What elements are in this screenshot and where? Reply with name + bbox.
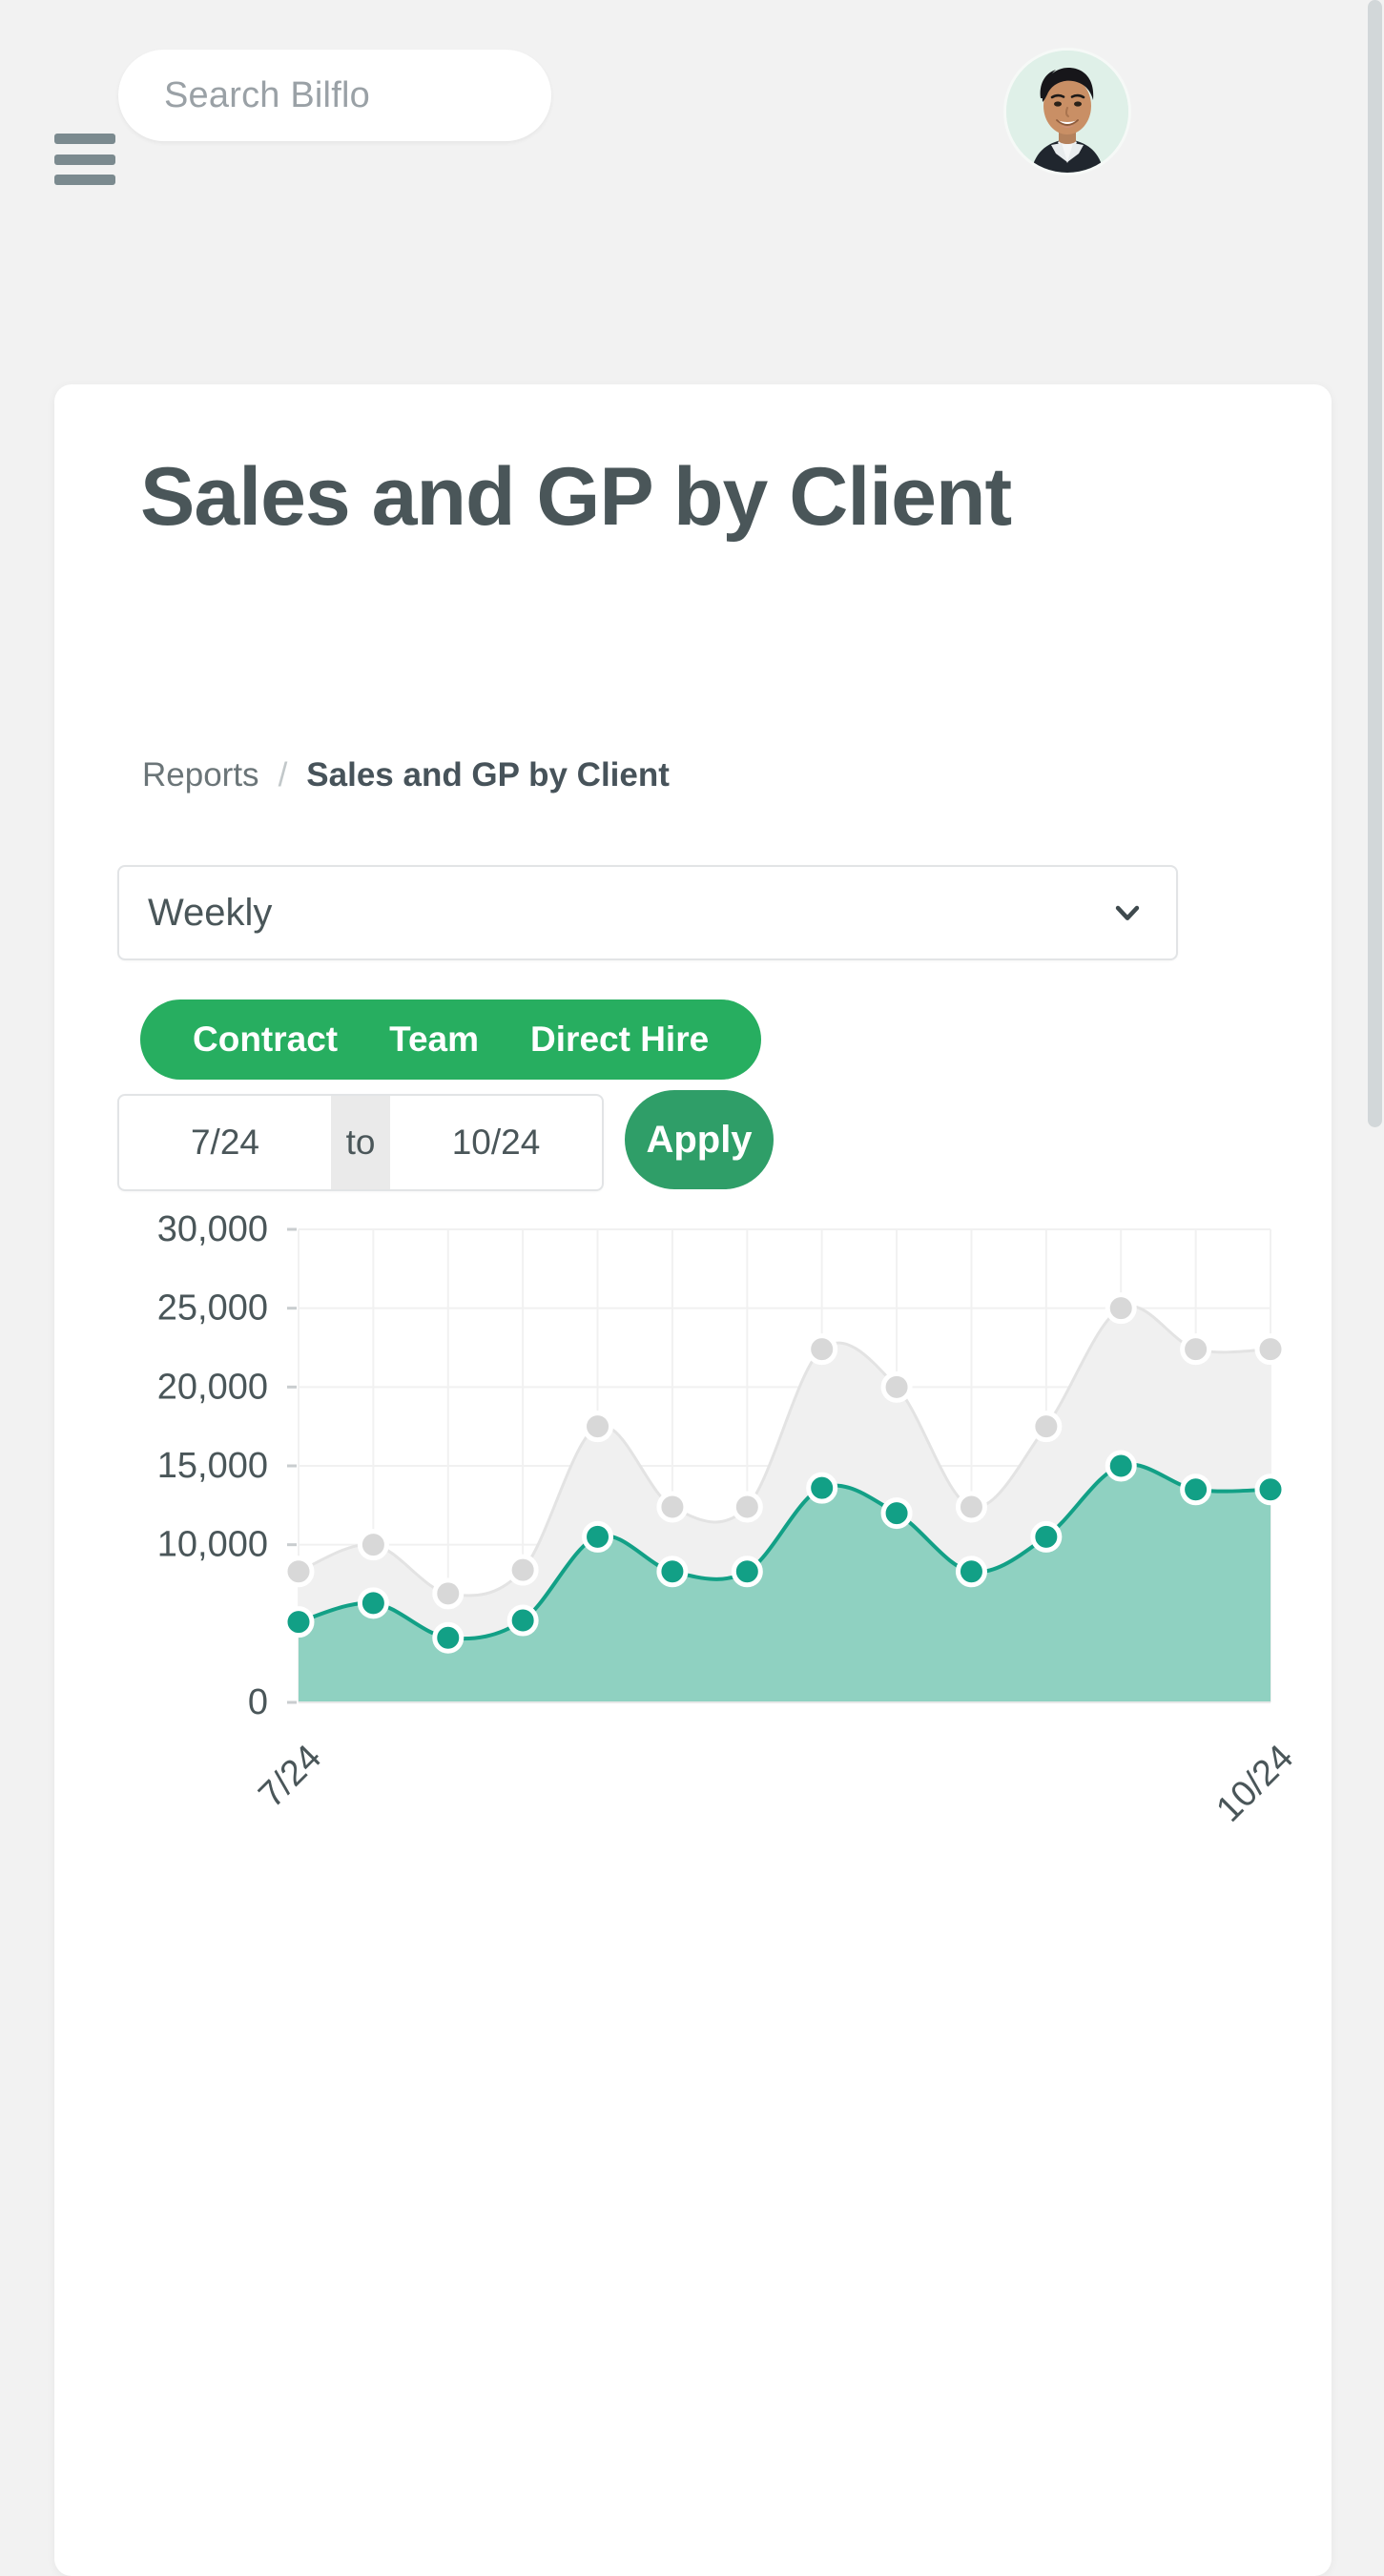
breadcrumb-separator: /: [279, 756, 288, 794]
avatar[interactable]: [1003, 48, 1131, 175]
chart-point-gp[interactable]: [809, 1474, 836, 1501]
top-bar: Search Bilflo: [0, 0, 1384, 384]
date-until-input[interactable]: 10/24: [390, 1096, 602, 1189]
apply-button[interactable]: Apply: [625, 1090, 774, 1189]
chart-point-gp[interactable]: [435, 1624, 462, 1651]
chart-point-sales[interactable]: [285, 1558, 312, 1585]
chart-point-sales[interactable]: [958, 1494, 984, 1520]
chart-point-sales[interactable]: [733, 1494, 760, 1520]
chart-x-tick-label: 10/24: [1208, 1738, 1301, 1830]
avatar-photo: [1006, 51, 1128, 173]
chart-canvas: 0 10,000 15,000 20,000 25,000 30,000 7/24 10/24: [54, 1206, 1332, 1893]
chart-y-tick-label: 25,000: [157, 1288, 268, 1329]
breadcrumb-link-reports[interactable]: Reports: [142, 756, 259, 794]
hamburger-bar: [54, 134, 115, 144]
chart-point-sales[interactable]: [509, 1556, 536, 1583]
chart-y-tick-label: 15,000: [157, 1446, 268, 1486]
hamburger-bar: [54, 175, 115, 185]
chart-point-sales[interactable]: [360, 1532, 386, 1558]
chart-x-tick-label: 7/24: [251, 1738, 329, 1816]
chart-point-sales[interactable]: [659, 1494, 686, 1520]
segment-tabs: Contract Team Direct Hire: [140, 999, 761, 1080]
tab-team[interactable]: Team: [363, 999, 505, 1080]
chart-y-tick-label: 30,000: [157, 1209, 268, 1249]
breadcrumb: Reports / Sales and GP by Client: [142, 756, 670, 794]
chart-point-gp[interactable]: [733, 1558, 760, 1585]
chart-point-gp[interactable]: [509, 1607, 536, 1634]
search-placeholder: Search Bilflo: [118, 75, 370, 116]
chart-point-gp[interactable]: [1257, 1476, 1284, 1503]
page-scrollbar-track[interactable]: [1366, 0, 1384, 2576]
date-range-row: 7/24 to 10/24 Apply: [117, 1094, 1176, 1187]
chart-point-gp[interactable]: [883, 1500, 910, 1527]
chevron-down-icon: [1111, 896, 1144, 929]
chart-point-sales[interactable]: [1183, 1336, 1209, 1363]
page-scrollbar-thumb[interactable]: [1368, 0, 1382, 1127]
chart-point-sales[interactable]: [585, 1413, 611, 1440]
chart-point-sales[interactable]: [1033, 1413, 1060, 1440]
hamburger-menu-icon[interactable]: [54, 134, 115, 185]
period-select[interactable]: Weekly: [117, 865, 1178, 960]
chart-y-tick-label: 10,000: [157, 1525, 268, 1565]
search-input[interactable]: Search Bilflo: [118, 50, 551, 141]
date-range-picker: 7/24 to 10/24: [117, 1094, 604, 1191]
chart-point-gp[interactable]: [958, 1558, 984, 1585]
chart-y-tick-label: 20,000: [157, 1367, 268, 1407]
chart-point-gp[interactable]: [1033, 1523, 1060, 1550]
page-title: Sales and GP by Client: [140, 456, 1104, 538]
chart-point-gp[interactable]: [285, 1609, 312, 1636]
chart-y-tick-label: 0: [248, 1682, 268, 1722]
chart-point-sales[interactable]: [883, 1373, 910, 1400]
hamburger-bar: [54, 155, 115, 165]
chart-point-gp[interactable]: [1183, 1476, 1209, 1503]
tab-direct-hire[interactable]: Direct Hire: [505, 999, 734, 1080]
chart-point-sales[interactable]: [809, 1336, 836, 1363]
chart-point-gp[interactable]: [585, 1523, 611, 1550]
chart-point-gp[interactable]: [1107, 1453, 1134, 1479]
sales-gp-area-chart: 0 10,000 15,000 20,000 25,000 30,000 7/24 10/24: [54, 1206, 1332, 1893]
chart-point-gp[interactable]: [659, 1558, 686, 1585]
chart-point-sales[interactable]: [1107, 1295, 1134, 1322]
chart-point-sales[interactable]: [1257, 1336, 1284, 1363]
date-to-label: to: [331, 1096, 390, 1189]
chart-point-gp[interactable]: [360, 1590, 386, 1617]
breadcrumb-current: Sales and GP by Client: [306, 756, 670, 794]
tab-contract[interactable]: Contract: [167, 999, 363, 1080]
date-from-input[interactable]: 7/24: [119, 1096, 331, 1189]
report-card: Sales and GP by Client Reports / Sales a…: [54, 384, 1332, 2576]
period-select-value: Weekly: [119, 892, 272, 935]
chart-point-sales[interactable]: [435, 1580, 462, 1607]
